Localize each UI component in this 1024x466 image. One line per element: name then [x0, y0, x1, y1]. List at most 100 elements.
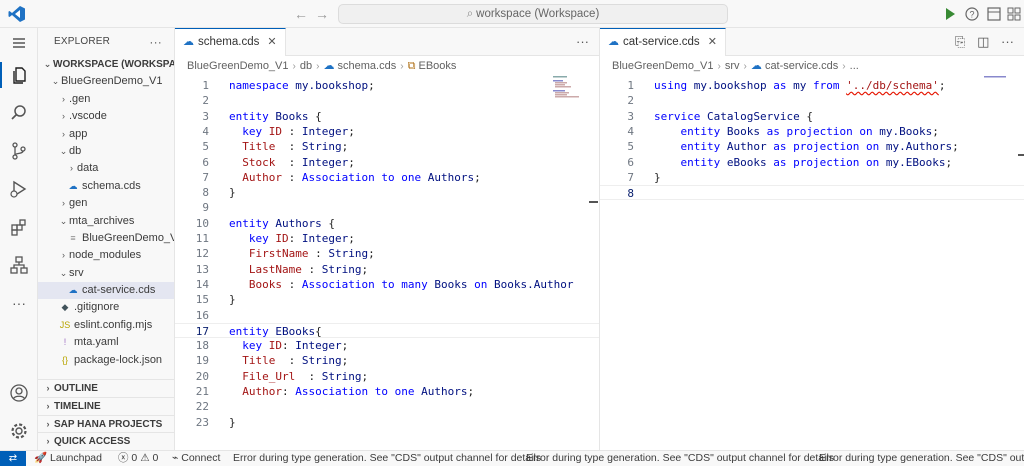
tree-item[interactable]: ⌄ db	[38, 143, 174, 160]
code-line[interactable]: 20 File_Url : String;	[175, 369, 599, 384]
tree-item[interactable]: › .vscode	[38, 108, 174, 125]
extensions-icon[interactable]	[6, 214, 32, 240]
breadcrumb-item[interactable]: ...	[850, 60, 859, 72]
code-line[interactable]: 23}	[175, 415, 599, 430]
workspace-root[interactable]: ⌄WORKSPACE (WORKSPACE)	[38, 56, 174, 73]
code-line[interactable]: 14 Books : Association to many Books on …	[175, 277, 599, 292]
breadcrumb-item[interactable]: BlueGreenDemo_V1	[612, 60, 714, 72]
code-line[interactable]: 4 entity Books as projection on my.Books…	[600, 124, 1024, 139]
breadcrumb-item[interactable]: schema.cds	[338, 60, 397, 72]
launchpad-status[interactable]: 🚀 Launchpad	[34, 451, 102, 466]
more-icon[interactable]: ···	[6, 290, 32, 316]
code-line[interactable]: 9	[175, 200, 599, 215]
breadcrumb-item[interactable]: cat-service.cds	[765, 60, 838, 72]
code-line[interactable]: 18 key ID: Integer;	[175, 338, 599, 353]
tree-item[interactable]: › .gen	[38, 91, 174, 108]
run-icon[interactable]	[942, 6, 958, 22]
line-number: 9	[202, 201, 209, 215]
minimap[interactable]	[984, 76, 1014, 116]
tree-item[interactable]: › gen	[38, 195, 174, 212]
sap-hana-icon[interactable]	[6, 252, 32, 278]
code-line[interactable]: 7 Author : Association to one Authors;	[175, 170, 599, 185]
status-message[interactable]: Error during type generation. See "CDS" …	[233, 451, 541, 466]
more-actions-icon[interactable]: ···	[576, 34, 589, 49]
close-icon[interactable]: ✕	[708, 36, 717, 48]
code-line[interactable]: 1 using my.bookshop as my from '../db/sch…	[600, 78, 1024, 93]
tree-item[interactable]: › data	[38, 160, 174, 177]
status-message[interactable]: Error during type generation. See "CDS" …	[819, 451, 1024, 466]
code-line[interactable]: 4 key ID : Integer;	[175, 124, 599, 139]
more-actions-icon[interactable]: ···	[1001, 34, 1014, 49]
code-line[interactable]: 17 entity EBooks{	[175, 322, 599, 339]
minimap[interactable]	[553, 76, 583, 116]
account-icon[interactable]	[6, 380, 32, 406]
code-line[interactable]: 16	[175, 308, 599, 323]
code-line[interactable]: 3 entity Books {	[175, 109, 599, 124]
section-sap-hana-projects[interactable]: › SAP HANA PROJECTS	[38, 415, 174, 432]
settings-icon[interactable]	[6, 418, 32, 444]
arrow-right-icon[interactable]: →	[315, 5, 329, 23]
code-line[interactable]: 19 Title : String;	[175, 353, 599, 368]
code-line[interactable]: 1 namespace my.bookshop;	[175, 78, 599, 93]
section-outline[interactable]: › OUTLINE	[38, 379, 174, 396]
code-line[interactable]: 6 Stock : Integer;	[175, 155, 599, 170]
tree-item[interactable]: › node_modules	[38, 247, 174, 264]
code-line[interactable]: 3 service CatalogService {	[600, 109, 1024, 124]
error-icon: ⓧ	[118, 452, 129, 464]
open-preview-icon[interactable]: ⎘	[955, 34, 965, 49]
code-line[interactable]: 21 Author: Association to one Authors;	[175, 384, 599, 399]
code-line[interactable]: 7}	[600, 170, 1024, 185]
tab-schema-cds[interactable]: ☁ schema.cds ✕	[175, 28, 286, 56]
menu-icon[interactable]	[6, 30, 32, 56]
cds-file-icon: ☁	[68, 180, 78, 191]
code-line[interactable]: 15}	[175, 292, 599, 307]
search-icon[interactable]	[6, 100, 32, 126]
tree-item[interactable]: ! mta.yaml	[38, 334, 174, 351]
section-timeline[interactable]: › TIMELINE	[38, 397, 174, 414]
status-message[interactable]: Error during type generation. See "CDS" …	[526, 451, 834, 466]
tree-item[interactable]: ⌄ srv	[38, 265, 174, 282]
tree-item[interactable]: ◆ .gitignore	[38, 299, 174, 316]
project-folder[interactable]: ⌄ BlueGreenDemo_V1	[38, 73, 174, 90]
tree-item[interactable]: JS eslint.config.mjs	[38, 317, 174, 334]
run-debug-icon[interactable]	[6, 176, 32, 202]
arrow-left-icon[interactable]: ←	[294, 5, 308, 23]
code-line[interactable]: 10 entity Authors {	[175, 216, 599, 231]
code-line[interactable]: 8}	[175, 185, 599, 200]
code-line[interactable]: 22	[175, 399, 599, 414]
explorer-more-icon[interactable]: ···	[149, 28, 162, 56]
split-editor-icon[interactable]: ◫	[977, 34, 989, 49]
problems-status[interactable]: ⓧ 0 ⚠ 0	[118, 451, 158, 466]
chevron-right-icon: ›	[717, 61, 721, 72]
tree-item[interactable]: ☁ cat-service.cds	[38, 282, 174, 300]
code-line[interactable]: 11 key ID: Integer;	[175, 231, 599, 246]
customize-layout-icon[interactable]	[1006, 6, 1022, 22]
code-line[interactable]: 12 FirstName : String;	[175, 246, 599, 261]
close-icon[interactable]: ✕	[267, 36, 276, 48]
breadcrumb-item[interactable]: BlueGreenDemo_V1	[187, 60, 289, 72]
help-icon[interactable]: ?	[964, 6, 980, 22]
tree-item[interactable]: ☁ schema.cds	[38, 178, 174, 195]
tree-item[interactable]: ⌄ mta_archives	[38, 213, 174, 230]
section-quick-access[interactable]: › QUICK ACCESS	[38, 432, 174, 449]
code-line[interactable]: 5 Title : String;	[175, 139, 599, 154]
command-center-search[interactable]: ⌕ workspace (Workspace)	[338, 4, 728, 24]
connect-status[interactable]: ⌁ Connect	[172, 451, 220, 466]
code-line[interactable]: 8	[600, 185, 1024, 201]
code-line[interactable]: 6 entity eBooks as projection on my.EBoo…	[600, 155, 1024, 170]
code-line[interactable]: 2	[175, 93, 599, 108]
source-control-icon[interactable]	[6, 138, 32, 164]
breadcrumb-item[interactable]: EBooks	[418, 60, 456, 72]
breadcrumb-item[interactable]: srv	[725, 60, 740, 72]
remote-icon[interactable]: ⇄	[0, 451, 26, 466]
tab-cat-service-cds[interactable]: ☁ cat-service.cds ✕	[600, 28, 726, 56]
code-line[interactable]: 2	[600, 93, 1024, 108]
code-line[interactable]: 13 LastName : String;	[175, 262, 599, 277]
tree-item[interactable]: › app	[38, 126, 174, 143]
explorer-icon[interactable]	[0, 62, 38, 88]
tree-item[interactable]: ≡ BlueGreenDemo_V...	[38, 230, 174, 247]
tree-item[interactable]: {} package-lock.json	[38, 352, 174, 369]
breadcrumb-item[interactable]: db	[300, 60, 312, 72]
code-line[interactable]: 5 entity Author as projection on my.Auth…	[600, 139, 1024, 154]
layout-icon[interactable]	[986, 6, 1002, 22]
